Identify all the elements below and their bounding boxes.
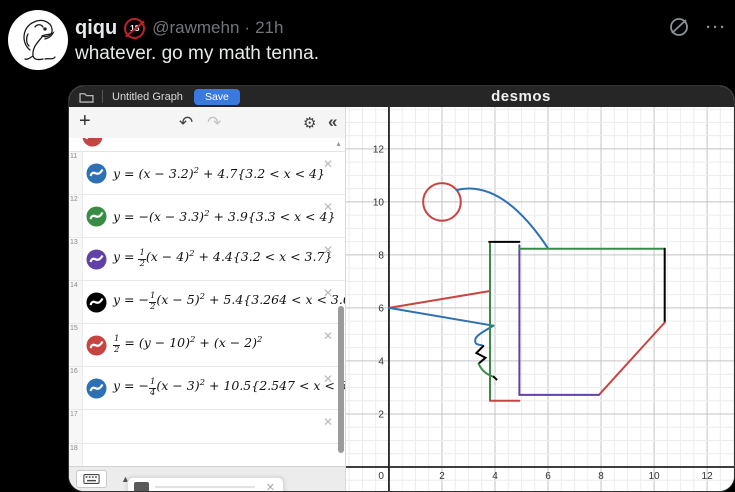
svg-text:10: 10: [373, 197, 385, 208]
svg-text:8: 8: [598, 471, 604, 482]
add-expression-button[interactable]: +: [77, 108, 93, 135]
graph-settings-gear-icon[interactable]: ⚙: [301, 112, 318, 134]
equation[interactable]: y = 1 2 (x − 4)2 + 4.4{3.2 < x < 3.7}: [113, 248, 332, 270]
expression-row-16[interactable]: 16 y = −1 4 (x − 3)2 + 10.5{2.547 < x < 6} ✕: [69, 367, 345, 410]
svg-text:8: 8: [378, 250, 384, 261]
expression-color-icon[interactable]: [86, 206, 107, 227]
svg-text:12: 12: [373, 144, 385, 155]
desmos-topbar: Untitled Graph Save desmos: [69, 86, 734, 107]
expression-row-18[interactable]: 18: [69, 444, 345, 467]
timestamp[interactable]: 21h: [255, 18, 283, 38]
handle-row: @rawmehn · 21h: [152, 18, 283, 38]
row-number-gutter: 13: [69, 238, 83, 280]
redo-button[interactable]: ↷: [205, 111, 223, 135]
tweet-text: whatever. go my math tenna.: [75, 43, 319, 64]
close-expression-icon[interactable]: ✕: [323, 373, 333, 385]
keyboard-toggle-button[interactable]: [76, 470, 107, 488]
bottom-popup[interactable]: ✕: [127, 477, 284, 491]
expression-color-icon[interactable]: [86, 249, 107, 270]
dot-separator: ·: [244, 18, 251, 37]
close-expression-icon[interactable]: ✕: [323, 201, 333, 213]
row-number-gutter: 14: [69, 281, 83, 323]
row-number-gutter: 11: [69, 152, 83, 194]
svg-text:0: 0: [378, 471, 384, 482]
collapse-panel-icon[interactable]: «: [326, 110, 339, 134]
expression-row-partial[interactable]: [69, 138, 345, 152]
svg-text:6: 6: [378, 303, 384, 314]
save-button[interactable]: Save: [193, 88, 240, 105]
expression-color-icon[interactable]: [86, 163, 107, 184]
row-number-gutter: 18: [69, 444, 83, 467]
equation[interactable]: y = −(x − 3.3)2 + 3.9{3.3 < x < 4}: [113, 209, 335, 224]
expression-row-14[interactable]: 14 y = −1 2 (x − 5)2 + 5.4{3.264 < x < 3.63…: [69, 281, 345, 324]
equation[interactable]: y = −1 4 (x − 3)2 + 10.5{2.547 < x < 6}: [113, 377, 345, 399]
close-expression-icon[interactable]: ✕: [323, 158, 333, 170]
row-number-gutter: 16: [69, 367, 83, 409]
graph-canvas[interactable]: 2 4 6 8 10 12 2 4 6 8 10 12 0: [346, 107, 735, 492]
expression-color-icon[interactable]: [86, 378, 107, 399]
graph-paper[interactable]: 2 4 6 8 10 12 2 4 6 8 10 12 0: [346, 107, 734, 491]
scroll-up-icon[interactable]: ▲: [335, 141, 342, 148]
open-graph-folder-icon[interactable]: [79, 91, 94, 103]
expression-row-13[interactable]: 13 y = 1 2 (x − 4)2 + 4.4{3.2 < x < 3.7} ✕: [69, 238, 345, 281]
popup-close-icon[interactable]: ✕: [266, 481, 275, 491]
more-menu-icon[interactable]: ···: [706, 19, 727, 36]
svg-text:6: 6: [545, 471, 551, 482]
popup-text-line: [155, 486, 255, 488]
divider: [102, 90, 103, 103]
equation[interactable]: y = (x − 3.2)2 + 4.7{3.2 < x < 4}: [113, 166, 325, 181]
tweet-header: qiqu 18 @rawmehn · 21h: [75, 15, 283, 41]
equation[interactable]: 12 = (y − 10)2 + (x − 2)2: [113, 334, 262, 356]
popup-icon: [134, 482, 149, 491]
avatar-sketch: [23, 19, 56, 61]
age-18-badge-icon: 18: [124, 17, 146, 39]
row-number-gutter: 12: [69, 195, 83, 237]
expression-color-icon[interactable]: [86, 292, 107, 313]
desmos-embed-card[interactable]: Untitled Graph Save desmos + ↶ ↷ ⚙ « 11 …: [68, 85, 735, 492]
desmos-logo: desmos: [491, 88, 551, 105]
expression-panel: + ↶ ↷ ⚙ « 11 y = (x − 3.2)2 + 4.7{3.2 < x…: [69, 107, 346, 491]
svg-text:4: 4: [492, 471, 498, 482]
svg-text:2: 2: [378, 409, 384, 420]
expression-row-15[interactable]: 15 1 2 = (y − 10)2 + (x − 2)2 ✕: [69, 324, 345, 367]
grok-icon[interactable]: [668, 16, 690, 38]
svg-text:10: 10: [649, 471, 661, 482]
expression-toolbar: + ↶ ↷ ⚙ «: [69, 107, 345, 139]
close-expression-icon[interactable]: ✕: [323, 287, 333, 299]
expression-row-17[interactable]: 17 ✕: [69, 410, 345, 444]
row-number-gutter: 17: [69, 410, 83, 443]
close-expression-icon[interactable]: ✕: [323, 416, 333, 428]
svg-text:2: 2: [439, 471, 445, 482]
keyboard-icon: [83, 473, 100, 485]
expression-row-11[interactable]: 11 y = (x − 3.2)2 + 4.7{3.2 < x < 4} ✕: [69, 152, 345, 195]
row-number-gutter: 15: [69, 324, 83, 366]
graph-title[interactable]: Untitled Graph: [112, 91, 183, 103]
tweet: qiqu 18 @rawmehn · 21h whatever. go my m…: [0, 0, 735, 492]
display-name[interactable]: qiqu: [75, 17, 117, 40]
close-expression-icon[interactable]: ✕: [323, 244, 333, 256]
expression-list: 11 y = (x − 3.2)2 + 4.7{3.2 < x < 4} ✕ 12 y …: [69, 138, 345, 467]
user-handle[interactable]: @rawmehn: [152, 18, 239, 38]
expression-color-icon[interactable]: [86, 335, 107, 356]
equation[interactable]: y = −1 2 (x − 5)2 + 5.4{3.264 < x < 3.63: [113, 291, 345, 313]
svg-text:4: 4: [378, 356, 384, 367]
expression-row-12[interactable]: 12 y = −(x − 3.3)2 + 3.9{3.3 < x < 4} ✕: [69, 195, 345, 238]
close-expression-icon[interactable]: ✕: [323, 330, 333, 342]
avatar[interactable]: [8, 10, 68, 70]
svg-text:12: 12: [702, 471, 714, 482]
expression-scrollbar[interactable]: [338, 306, 344, 453]
undo-button[interactable]: ↶: [177, 111, 195, 135]
expression-color-icon: [82, 138, 103, 147]
